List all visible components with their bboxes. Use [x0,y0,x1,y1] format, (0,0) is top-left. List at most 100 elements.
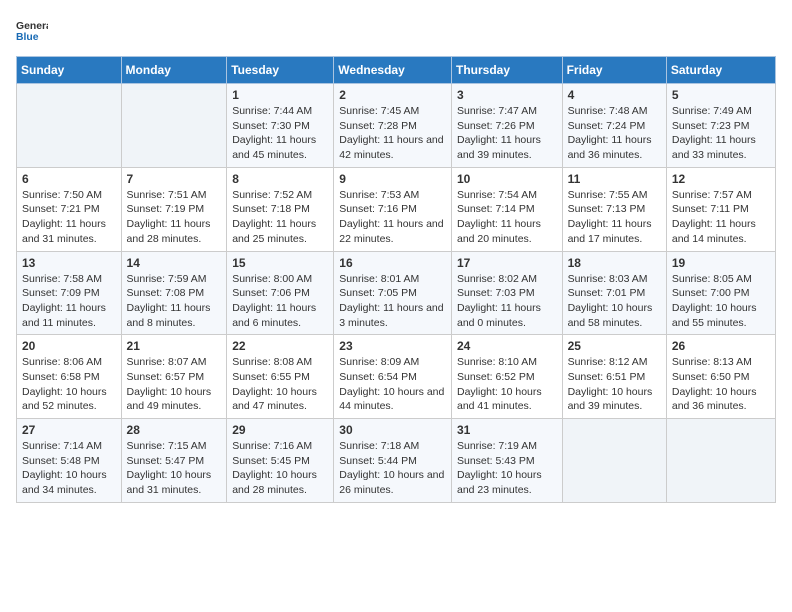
week-row-2: 6Sunrise: 7:50 AMSunset: 7:21 PMDaylight… [17,167,776,251]
logo-icon: General Blue [16,16,48,48]
day-number: 20 [22,339,116,353]
day-number: 18 [568,256,661,270]
calendar-cell: 18Sunrise: 8:03 AMSunset: 7:01 PMDayligh… [562,251,666,335]
day-info: Sunrise: 8:05 AMSunset: 7:00 PMDaylight:… [672,272,770,331]
day-info: Sunrise: 7:50 AMSunset: 7:21 PMDaylight:… [22,188,116,247]
day-number: 14 [127,256,222,270]
calendar-cell: 24 Sunrise: 8:10 AMSunset: 6:52 PMDayligh… [451,335,562,419]
day-info: Sunrise: 7:55 AMSunset: 7:13 PMDaylight:… [568,188,661,247]
day-number: 3 [457,88,557,102]
calendar-cell: 5 Sunrise: 7:49 AMSunset: 7:23 PMDaylight… [666,84,775,168]
day-info: Sunrise: 7:54 AMSunset: 7:14 PMDaylight:… [457,188,557,247]
calendar-cell: 31 Sunrise: 7:19 AMSunset: 5:43 PMDayligh… [451,419,562,503]
calendar-cell: 30 Sunrise: 7:18 AMSunset: 5:44 PMDayligh… [334,419,452,503]
day-number: 19 [672,256,770,270]
day-info: Sunrise: 8:08 AMSunset: 6:55 PMDaylight:… [232,355,328,414]
weekday-header-saturday: Saturday [666,57,775,84]
day-number: 26 [672,339,770,353]
svg-text:Blue: Blue [16,32,39,43]
day-info: Sunrise: 7:19 AMSunset: 5:43 PMDaylight:… [457,439,557,498]
day-info: Sunrise: 8:10 AMSunset: 6:52 PMDaylight:… [457,355,557,414]
calendar-cell [121,84,227,168]
weekday-header-monday: Monday [121,57,227,84]
day-info: Sunrise: 7:49 AMSunset: 7:23 PMDaylight:… [672,104,770,163]
day-info: Sunrise: 7:44 AMSunset: 7:30 PMDaylight:… [232,104,328,163]
weekday-header-sunday: Sunday [17,57,122,84]
day-number: 7 [127,172,222,186]
weekday-header-wednesday: Wednesday [334,57,452,84]
day-number: 27 [22,423,116,437]
day-info: Sunrise: 8:07 AMSunset: 6:57 PMDaylight:… [127,355,222,414]
calendar-cell: 3 Sunrise: 7:47 AMSunset: 7:26 PMDaylight… [451,84,562,168]
calendar-cell: 29 Sunrise: 7:16 AMSunset: 5:45 PMDayligh… [227,419,334,503]
calendar-cell: 11 Sunrise: 7:55 AMSunset: 7:13 PMDayligh… [562,167,666,251]
day-number: 30 [339,423,446,437]
calendar-cell: 14Sunrise: 7:59 AMSunset: 7:08 PMDayligh… [121,251,227,335]
day-info: Sunrise: 7:18 AMSunset: 5:44 PMDaylight:… [339,439,446,498]
day-number: 13 [22,256,116,270]
calendar-cell: 8 Sunrise: 7:52 AMSunset: 7:18 PMDaylight… [227,167,334,251]
calendar-cell: 19 Sunrise: 8:05 AMSunset: 7:00 PMDayligh… [666,251,775,335]
day-info: Sunrise: 8:12 AMSunset: 6:51 PMDaylight:… [568,355,661,414]
calendar-cell: 15 Sunrise: 8:00 AMSunset: 7:06 PMDayligh… [227,251,334,335]
day-number: 25 [568,339,661,353]
weekday-header-thursday: Thursday [451,57,562,84]
day-info: Sunrise: 7:51 AMSunset: 7:19 PMDaylight:… [127,188,222,247]
svg-text:General: General [16,21,48,32]
calendar-cell: 12 Sunrise: 7:57 AMSunset: 7:11 PMDayligh… [666,167,775,251]
day-info: Sunrise: 8:01 AMSunset: 7:05 PMDaylight:… [339,272,446,331]
day-info: Sunrise: 7:16 AMSunset: 5:45 PMDaylight:… [232,439,328,498]
calendar-cell [562,419,666,503]
week-row-1: 1 Sunrise: 7:44 AMSunset: 7:30 PMDaylight… [17,84,776,168]
day-number: 8 [232,172,328,186]
day-number: 24 [457,339,557,353]
day-number: 29 [232,423,328,437]
day-info: Sunrise: 8:09 AMSunset: 6:54 PMDaylight:… [339,355,446,414]
day-number: 9 [339,172,446,186]
calendar-cell: 2Sunrise: 7:45 AMSunset: 7:28 PMDaylight… [334,84,452,168]
calendar-cell: 9 Sunrise: 7:53 AMSunset: 7:16 PMDaylight… [334,167,452,251]
day-number: 10 [457,172,557,186]
calendar-cell: 26 Sunrise: 8:13 AMSunset: 6:50 PMDayligh… [666,335,775,419]
calendar-cell: 7 Sunrise: 7:51 AMSunset: 7:19 PMDaylight… [121,167,227,251]
day-info: Sunrise: 8:00 AMSunset: 7:06 PMDaylight:… [232,272,328,331]
calendar-cell: 1 Sunrise: 7:44 AMSunset: 7:30 PMDaylight… [227,84,334,168]
day-info: Sunrise: 7:14 AMSunset: 5:48 PMDaylight:… [22,439,116,498]
day-info: Sunrise: 7:57 AMSunset: 7:11 PMDaylight:… [672,188,770,247]
day-number: 31 [457,423,557,437]
day-number: 22 [232,339,328,353]
day-info: Sunrise: 7:52 AMSunset: 7:18 PMDaylight:… [232,188,328,247]
day-info: Sunrise: 7:53 AMSunset: 7:16 PMDaylight:… [339,188,446,247]
calendar-cell: 16 Sunrise: 8:01 AMSunset: 7:05 PMDayligh… [334,251,452,335]
calendar-cell: 13 Sunrise: 7:58 AMSunset: 7:09 PMDayligh… [17,251,122,335]
calendar-cell: 28 Sunrise: 7:15 AMSunset: 5:47 PMDayligh… [121,419,227,503]
day-info: Sunrise: 7:47 AMSunset: 7:26 PMDaylight:… [457,104,557,163]
day-number: 17 [457,256,557,270]
week-row-5: 27 Sunrise: 7:14 AMSunset: 5:48 PMDayligh… [17,419,776,503]
day-number: 16 [339,256,446,270]
day-number: 4 [568,88,661,102]
day-number: 28 [127,423,222,437]
day-number: 5 [672,88,770,102]
page-header: General Blue [16,16,776,48]
day-number: 15 [232,256,328,270]
calendar-cell: 23Sunrise: 8:09 AMSunset: 6:54 PMDayligh… [334,335,452,419]
calendar-cell [17,84,122,168]
week-row-3: 13 Sunrise: 7:58 AMSunset: 7:09 PMDayligh… [17,251,776,335]
weekday-header-row: SundayMondayTuesdayWednesdayThursdayFrid… [17,57,776,84]
day-info: Sunrise: 7:58 AMSunset: 7:09 PMDaylight:… [22,272,116,331]
calendar-cell: 22 Sunrise: 8:08 AMSunset: 6:55 PMDayligh… [227,335,334,419]
calendar-cell: 25 Sunrise: 8:12 AMSunset: 6:51 PMDayligh… [562,335,666,419]
day-info: Sunrise: 7:15 AMSunset: 5:47 PMDaylight:… [127,439,222,498]
calendar-cell: 21 Sunrise: 8:07 AMSunset: 6:57 PMDayligh… [121,335,227,419]
day-number: 1 [232,88,328,102]
calendar-cell: 27 Sunrise: 7:14 AMSunset: 5:48 PMDayligh… [17,419,122,503]
day-number: 11 [568,172,661,186]
day-info: Sunrise: 8:13 AMSunset: 6:50 PMDaylight:… [672,355,770,414]
calendar-table: SundayMondayTuesdayWednesdayThursdayFrid… [16,56,776,503]
day-info: Sunrise: 8:06 AMSunset: 6:58 PMDaylight:… [22,355,116,414]
day-number: 21 [127,339,222,353]
calendar-cell [666,419,775,503]
weekday-header-friday: Friday [562,57,666,84]
day-number: 12 [672,172,770,186]
